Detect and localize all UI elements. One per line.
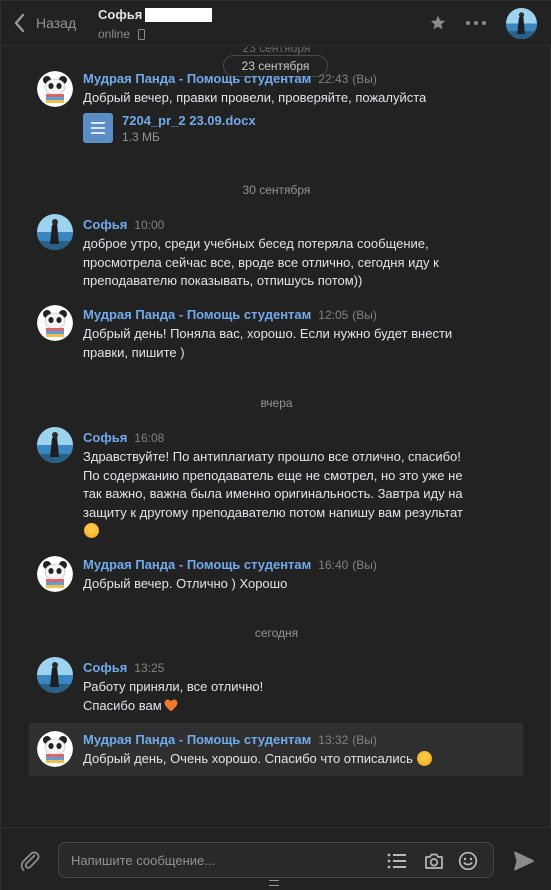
camera-icon	[425, 853, 443, 869]
message: Мудрая Панда - Помощь студентам 12:05 (В…	[29, 305, 523, 362]
message-text-content: Здравствуйте! По антиплагиату прошло все…	[83, 449, 463, 520]
date-separator: 30 сентября	[242, 183, 311, 197]
phone-icon	[138, 28, 146, 40]
camera-button[interactable]	[423, 850, 445, 872]
document-icon	[83, 112, 113, 143]
own-message-mark: (Вы)	[352, 72, 377, 86]
message-author[interactable]: Мудрая Панда - Помощь студентам	[83, 71, 311, 86]
date-separator: вчера	[260, 396, 293, 410]
message: Софья 10:00 доброе утро, среди учебных б…	[29, 214, 523, 291]
message-time: 10:00	[134, 218, 165, 232]
list-icon	[387, 853, 406, 869]
message-history[interactable]: 23 сентября 23 сентября Мудрая Панда - П…	[1, 47, 551, 827]
message-text-line: Спасибо вам	[83, 697, 162, 713]
file-attachment[interactable]: 7204_pr_2 23.09.docx 1.3 МБ	[83, 112, 523, 144]
peer-info[interactable]: Софья online	[98, 7, 213, 41]
message-text: Добрый вечер, правки провели, проверяйте…	[83, 90, 427, 105]
avatar[interactable]	[37, 556, 73, 592]
emoji-button[interactable]	[457, 850, 479, 872]
favorite-button[interactable]	[426, 11, 450, 35]
message-author[interactable]: Софья	[83, 217, 127, 232]
avatar[interactable]	[37, 305, 73, 341]
avatar-sea-image	[37, 657, 73, 693]
message-highlighted: Мудрая Панда - Помощь студентам 13:32 (В…	[29, 723, 523, 776]
resize-grip-icon[interactable]	[269, 880, 279, 886]
message-text: Здравствуйте! По антиплагиату прошло все…	[83, 448, 475, 541]
message-input[interactable]	[71, 851, 371, 869]
file-name[interactable]: 7204_pr_2 23.09.docx	[122, 113, 256, 128]
message-text: Работу приняли, все отлично!	[83, 679, 264, 694]
hugging-face-emoji-icon	[417, 751, 433, 766]
redacted-surname	[145, 7, 213, 22]
back-button[interactable]: Назад	[13, 13, 76, 33]
template-list-button[interactable]	[386, 850, 408, 872]
back-label: Назад	[36, 15, 77, 31]
message-text: доброе утро, среди учебных бесед потерял…	[83, 236, 439, 288]
message-text-content: Добрый день, Очень хорошо. Спасибо что о…	[83, 751, 413, 766]
star-icon	[430, 15, 446, 30]
message-author[interactable]: Мудрая Панда - Помощь студентам	[83, 307, 311, 322]
orange-heart-emoji-icon	[164, 699, 178, 711]
own-message-mark: (Вы)	[352, 733, 377, 747]
message-author[interactable]: Мудрая Панда - Помощь студентам	[83, 557, 311, 572]
smile-icon	[458, 851, 478, 871]
panda-avatar-icon	[37, 305, 73, 341]
send-icon[interactable]	[513, 850, 535, 872]
file-size: 1.3 МБ	[122, 129, 160, 144]
message-time: 12:05	[318, 308, 349, 322]
message: Софья 13:25 Работу приняли, все отлично!…	[29, 657, 523, 716]
smiling-face-emoji-icon	[84, 523, 99, 538]
peer-avatar[interactable]	[506, 8, 537, 39]
avatar[interactable]	[37, 71, 73, 107]
date-separator: сегодня	[254, 626, 299, 640]
date-separator-hidden: 23 сентября	[242, 47, 311, 55]
more-button[interactable]	[464, 11, 488, 35]
chevron-left-icon	[14, 13, 25, 33]
paperclip-icon[interactable]	[18, 849, 42, 873]
message-author[interactable]: Мудрая Панда - Помощь студентам	[83, 732, 311, 747]
message-author[interactable]: Софья	[83, 430, 127, 445]
message-time: 16:40	[318, 558, 349, 572]
avatar[interactable]	[37, 731, 73, 767]
peer-status: online	[98, 27, 212, 41]
message-time: 13:25	[134, 661, 165, 675]
panda-avatar-icon	[37, 556, 73, 592]
avatar-sea-image	[506, 8, 537, 39]
own-message-mark: (Вы)	[352, 308, 377, 322]
own-message-mark: (Вы)	[352, 558, 377, 572]
message-text: Спасибо вам	[83, 697, 523, 716]
message-text: Добрый день, Очень хорошо. Спасибо что о…	[83, 750, 523, 769]
message-time: 22:43	[318, 72, 349, 86]
chat-header: Назад Софья online	[1, 1, 551, 46]
message-author[interactable]: Софья	[83, 660, 127, 675]
message: Мудрая Панда - Помощь студентам 22:43 (В…	[29, 71, 523, 144]
message-time: 16:08	[134, 431, 165, 445]
avatar[interactable]	[37, 214, 73, 250]
panda-avatar-icon	[37, 731, 73, 767]
avatar[interactable]	[37, 657, 73, 693]
message-input-box	[58, 842, 494, 878]
message: Мудрая Панда - Помощь студентам 16:40 (В…	[29, 556, 523, 594]
message-text: Добрый день! Поняла вас, хорошо. Если ну…	[83, 326, 453, 360]
more-icon	[466, 21, 486, 25]
panda-avatar-icon	[37, 71, 73, 107]
avatar-sea-image	[37, 214, 73, 250]
chat-window: Назад Софья online 23 сентября 23 сентяб…	[0, 0, 551, 890]
avatar-sea-image	[37, 427, 73, 463]
message: Софья 16:08 Здравствуйте! По антиплагиат…	[29, 427, 523, 541]
peer-name: Софья	[98, 7, 143, 22]
avatar[interactable]	[37, 427, 73, 463]
message-text: Добрый вечер. Отлично ) Хорошо	[83, 576, 288, 591]
online-status: online	[98, 27, 131, 41]
message-time: 13:32	[318, 733, 349, 747]
